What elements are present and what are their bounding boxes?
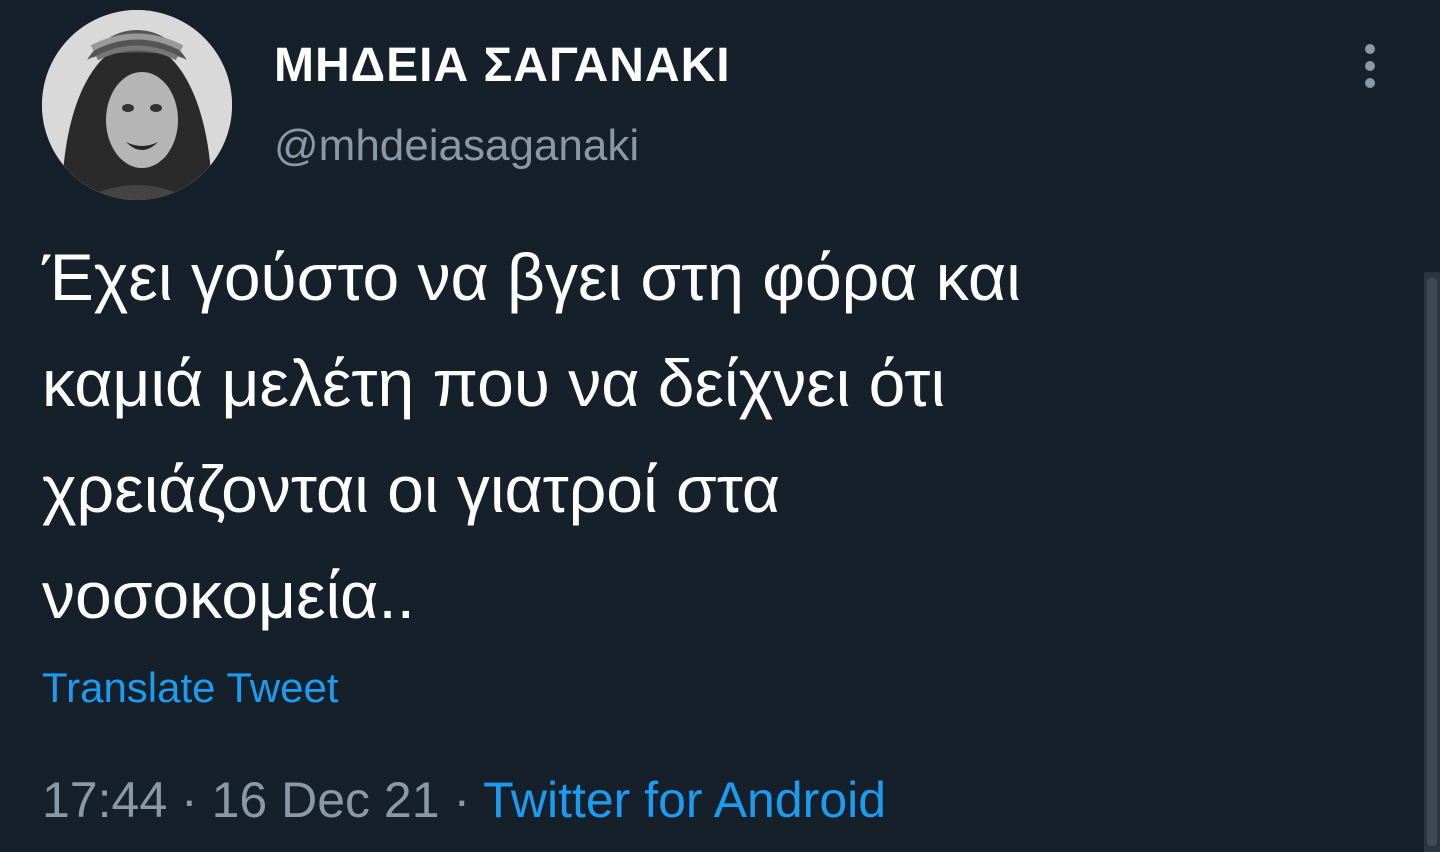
scrollbar[interactable] xyxy=(1424,272,1440,852)
meta-separator: · xyxy=(453,772,471,828)
tweet-text-line: χρειάζονται οι γιατροί στα xyxy=(42,452,780,526)
tweet-text-line: καμιά μελέτη που να δείχνει ότι xyxy=(42,346,946,420)
display-name[interactable]: ΜΗΔΕΙΑ ΣΑΓΑΝΑΚΙ xyxy=(274,38,731,94)
tweet-text: Έχει γούστο να βγει στη φόρα και καμιά μ… xyxy=(42,224,1322,648)
tweet-meta: 17:44 · 16 Dec 21 · Twitter for Android xyxy=(42,770,886,830)
tweet-source-link[interactable]: Twitter for Android xyxy=(483,772,886,828)
scrollbar-thumb[interactable] xyxy=(1427,278,1437,846)
tweet-text-line: Έχει γούστο να βγει στη φόρα και xyxy=(42,240,1021,314)
meta-separator: · xyxy=(181,772,198,828)
tweet-text-line: νοσοκομεία.. xyxy=(42,558,415,632)
more-vertical-icon[interactable] xyxy=(1352,38,1388,94)
translate-tweet-link[interactable]: Translate Tweet xyxy=(42,660,338,716)
avatar-photo xyxy=(42,10,232,200)
tweet-date[interactable]: 16 Dec 21 xyxy=(212,772,440,828)
user-handle[interactable]: @mhdeiasaganaki xyxy=(274,118,639,174)
avatar[interactable] xyxy=(42,10,232,200)
tweet-time[interactable]: 17:44 xyxy=(42,772,167,828)
